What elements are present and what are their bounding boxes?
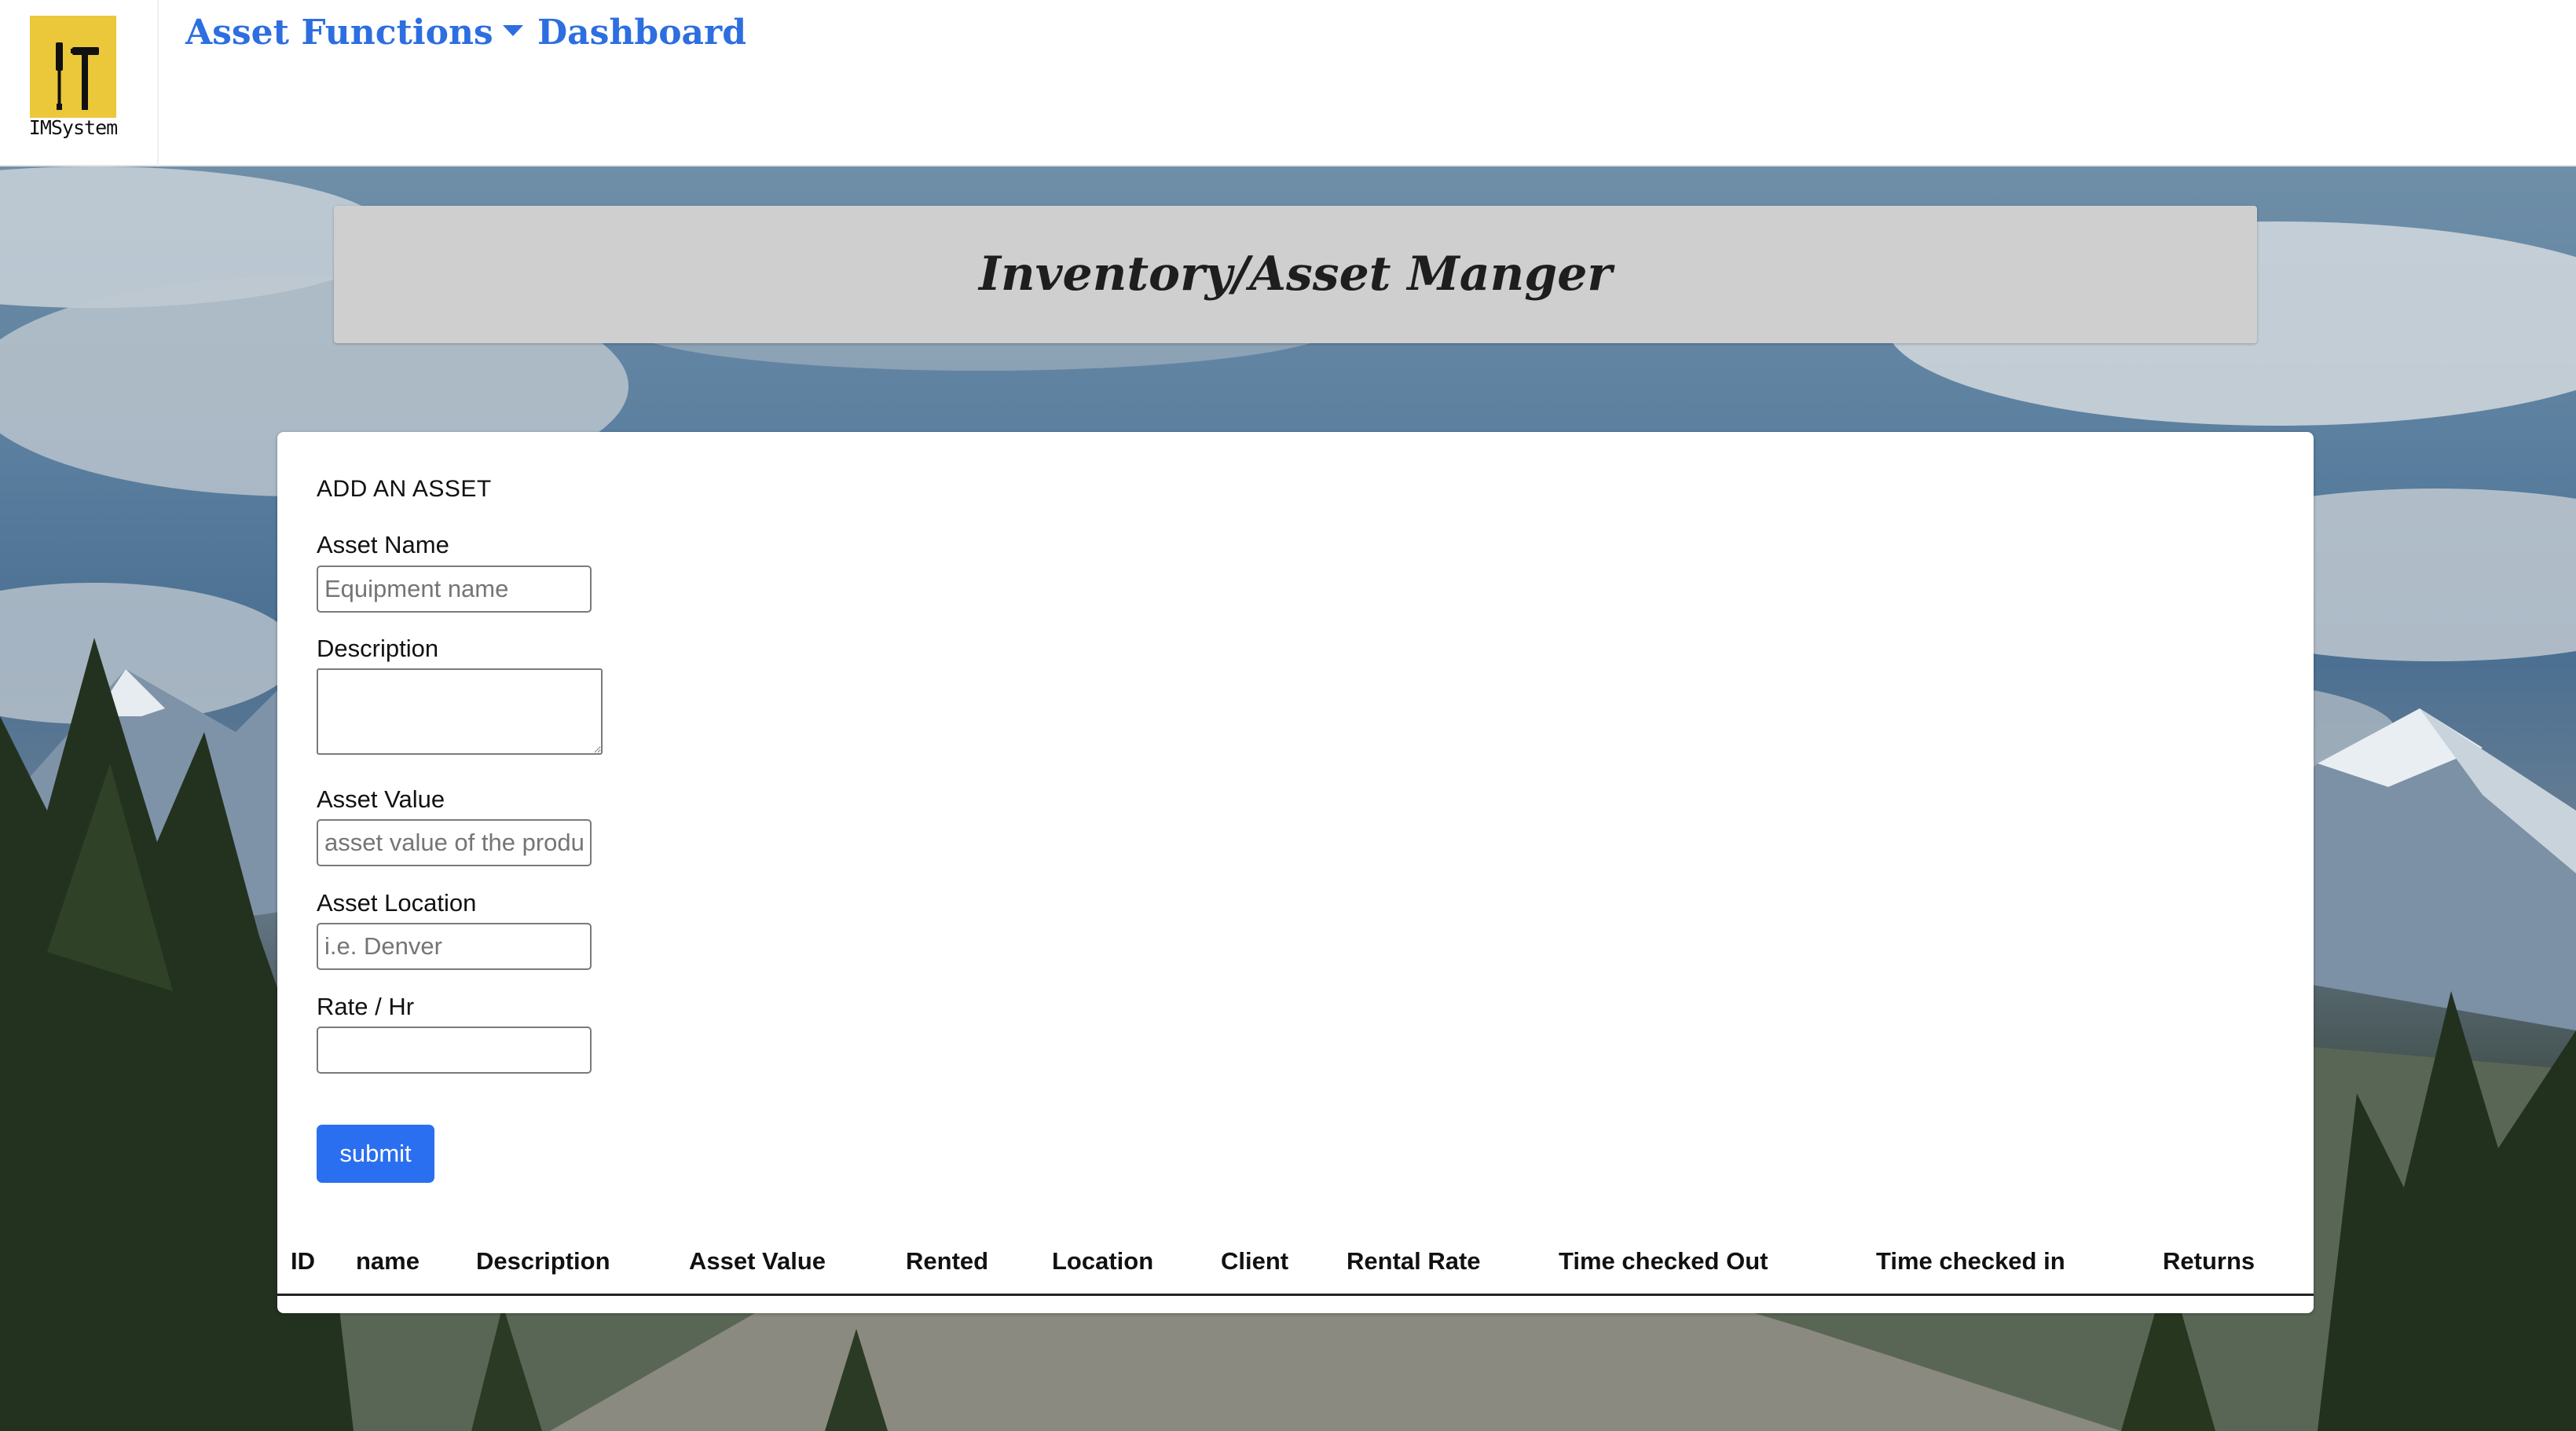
asset-value-input[interactable] (317, 819, 592, 866)
brand[interactable]: IMSystem (0, 0, 159, 167)
caret-down-icon (502, 24, 523, 36)
form-heading: ADD AN ASSET (317, 476, 492, 502)
column-header-location: Location (1052, 1247, 1154, 1275)
add-asset-card: ADD AN ASSET Asset Name Description Asse… (277, 432, 2314, 1313)
description-textarea[interactable] (317, 668, 603, 755)
top-navbar: IMSystem Asset Functions Dashboard (0, 0, 2576, 167)
assets-table-header: ID name Description Asset Value Rented L… (277, 1233, 2314, 1296)
column-header-client: Client (1221, 1247, 1289, 1275)
submit-button[interactable]: submit (317, 1125, 434, 1183)
column-header-time-checked-out: Time checked Out (1559, 1247, 1768, 1275)
asset-name-input[interactable] (317, 565, 592, 613)
brand-name: IMSystem (28, 116, 118, 139)
asset-location-label: Asset Location (317, 889, 477, 917)
tools-icon (30, 16, 116, 118)
column-header-returns: Returns (2163, 1247, 2255, 1275)
asset-name-label: Asset Name (317, 531, 449, 558)
page-title-banner: Inventory/Asset Manger (334, 206, 2257, 343)
rate-label: Rate / Hr (317, 993, 415, 1020)
column-header-time-checked-in: Time checked in (1876, 1247, 2065, 1275)
column-header-rented: Rented (906, 1247, 989, 1275)
column-header-asset-value: Asset Value (689, 1247, 826, 1275)
nav-asset-functions-label: Asset Functions (185, 13, 493, 53)
rate-input[interactable] (317, 1027, 592, 1074)
asset-location-input[interactable] (317, 923, 592, 970)
column-header-rental-rate: Rental Rate (1347, 1247, 1481, 1275)
column-header-description: Description (476, 1247, 610, 1275)
page-title: Inventory/Asset Manger (978, 247, 1612, 302)
column-header-name: name (356, 1247, 420, 1275)
nav-dashboard-link[interactable]: Dashboard (537, 13, 746, 53)
nav-asset-functions-dropdown[interactable]: Asset Functions (185, 13, 523, 53)
description-label: Description (317, 635, 439, 662)
column-header-id: ID (291, 1247, 315, 1275)
asset-value-label: Asset Value (317, 785, 445, 813)
